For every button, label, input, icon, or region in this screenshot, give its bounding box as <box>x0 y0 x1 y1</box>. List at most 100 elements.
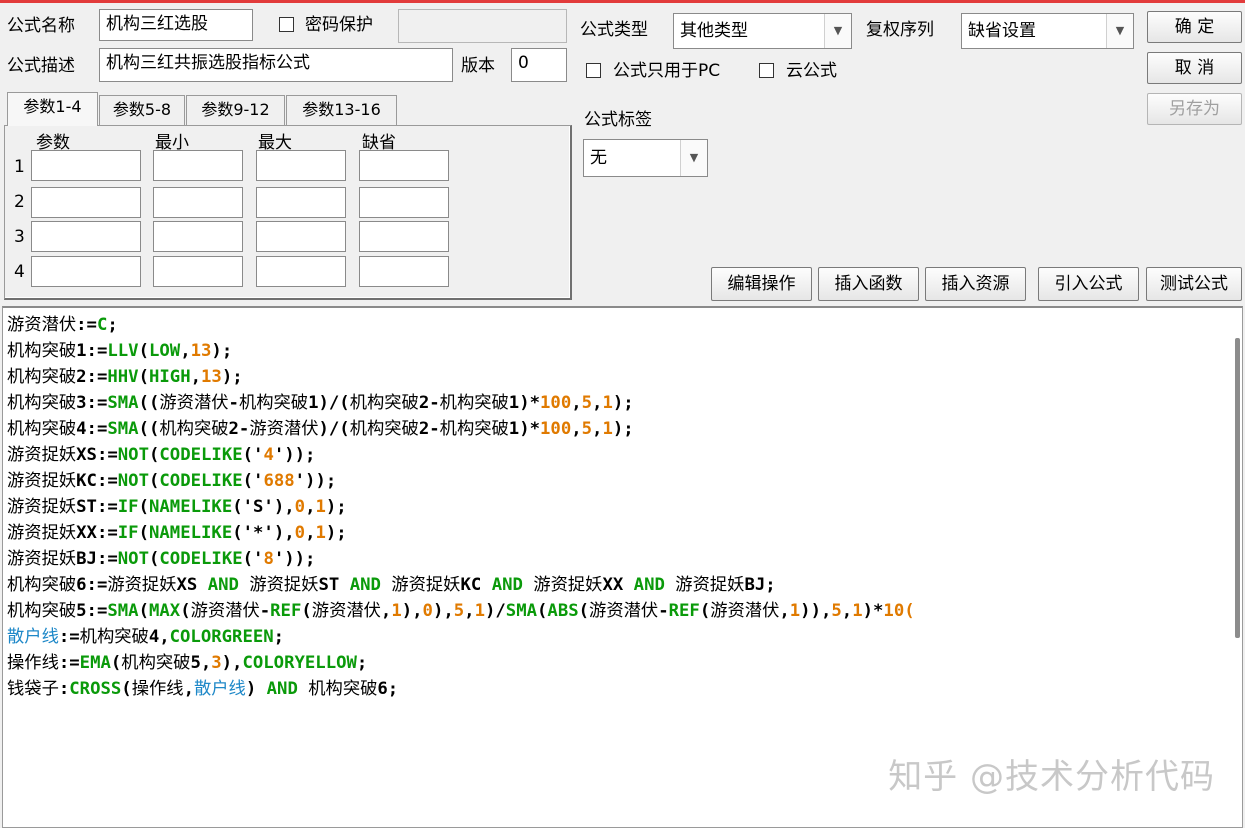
param-2-max-input[interactable] <box>256 187 346 218</box>
code-token-op: , <box>305 497 316 517</box>
code-token-plain: 机构突破 <box>238 393 309 413</box>
import-formula-button[interactable]: 引入公式 <box>1038 267 1139 301</box>
code-token-op: ( <box>138 601 149 621</box>
edit-operations-button[interactable]: 编辑操作 <box>711 267 812 301</box>
code-token-op: ( <box>148 549 160 569</box>
test-formula-button[interactable]: 测试公式 <box>1146 267 1242 301</box>
rights-value: 缺省设置 <box>968 21 1036 41</box>
code-token-plain: 机构突破 <box>349 419 419 439</box>
code-token-op: - <box>228 393 239 413</box>
code-token-op: 6; <box>377 679 399 699</box>
param-3-name-input[interactable] <box>31 221 141 252</box>
param-1-name-input[interactable] <box>31 150 141 181</box>
insert-resource-button[interactable]: 插入资源 <box>925 267 1026 301</box>
code-token-op <box>381 575 391 595</box>
param-row-number: 4 <box>14 262 25 282</box>
formula-tag-select[interactable]: 无 ▼ <box>583 139 708 177</box>
formula-tag-label: 公式标签 <box>584 110 652 130</box>
code-token-op: 4, <box>148 627 170 647</box>
code-token-op: ), <box>221 653 243 673</box>
param-1-default-input[interactable] <box>359 150 449 181</box>
pc-only-checkbox[interactable] <box>586 63 601 78</box>
code-token-kw: AND <box>207 575 239 595</box>
code-token-fn: EMA <box>79 653 111 673</box>
tab-params-9-12[interactable]: 参数9-12 <box>186 95 285 125</box>
tab-params-5-8[interactable]: 参数5-8 <box>99 95 185 125</box>
version-input[interactable]: 0 <box>511 48 567 82</box>
code-token-fn: SMA <box>107 393 139 413</box>
param-row-number: 2 <box>14 192 25 212</box>
param-3-max-input[interactable] <box>256 221 346 252</box>
param-4-max-input[interactable] <box>256 256 346 287</box>
code-token-plain: 游资潜伏 <box>7 315 77 335</box>
cancel-button[interactable]: 取 消 <box>1147 52 1242 84</box>
code-token-op: ('S'), <box>232 497 295 517</box>
code-token-num: 1 <box>315 523 326 543</box>
code-token-op: (( <box>138 419 160 439</box>
code-token-plain: 游资潜伏 <box>710 601 780 621</box>
save-as-button[interactable]: 另存为 <box>1147 93 1242 125</box>
code-token-op: ); <box>612 419 634 439</box>
param-4-default-input[interactable] <box>359 256 449 287</box>
code-token-num: 1 <box>852 601 863 621</box>
code-token-plain: 游资捉妖 <box>107 575 177 595</box>
code-line: 钱袋子:CROSS(操作线,散户线) AND 机构突破6; <box>7 676 1228 702</box>
cloud-formula-checkbox[interactable] <box>759 63 774 78</box>
code-token-op: ( <box>699 601 711 621</box>
code-token-num: 1 <box>789 601 801 621</box>
param-3-default-input[interactable] <box>359 221 449 252</box>
tab-params-1-4[interactable]: 参数1-4 <box>7 92 98 126</box>
param-1-max-input[interactable] <box>256 150 346 181</box>
code-token-plain: 机构突破 <box>159 419 229 439</box>
formula-type-select[interactable]: 其他类型 ▼ <box>673 13 852 49</box>
password-input[interactable] <box>398 9 567 43</box>
formula-desc-input[interactable]: 机构三红共振选股指标公式 <box>99 48 453 82</box>
code-token-op: , <box>571 393 582 413</box>
code-token-op: 1)* <box>508 393 541 413</box>
watermark: 知乎 @技术分析代码 <box>888 757 1215 797</box>
param-2-min-input[interactable] <box>153 187 243 218</box>
code-token-fn: COLORYELLOW <box>242 653 357 673</box>
param-1-min-input[interactable] <box>153 150 243 181</box>
code-text-area[interactable]: 游资潜伏:=C; 机构突破1:=LLV(LOW,13); 机构突破2:=HHV(HI… <box>7 312 1228 702</box>
rights-select[interactable]: 缺省设置 ▼ <box>961 13 1134 49</box>
param-3-min-input[interactable] <box>153 221 243 252</box>
password-checkbox[interactable] <box>279 17 294 32</box>
code-line: 游资潜伏:=C; <box>7 312 1228 338</box>
code-token-num: 3 <box>211 653 222 673</box>
vertical-scrollbar[interactable] <box>1235 338 1240 638</box>
code-token-op: BJ:= <box>76 549 118 569</box>
code-token-num: 1 <box>474 601 485 621</box>
tab-params-13-16[interactable]: 参数13-16 <box>286 95 397 125</box>
code-token-op: := <box>58 653 80 673</box>
code-token-fn: REF <box>668 601 700 621</box>
param-4-name-input[interactable] <box>31 256 141 287</box>
code-token-plain: 游资捉妖 <box>7 549 77 569</box>
code-token-fn: NOT <box>117 471 149 491</box>
insert-function-button[interactable]: 插入函数 <box>818 267 919 301</box>
code-token-plain: 机构突破 <box>79 627 149 647</box>
code-token-fn: IF <box>117 497 139 517</box>
code-token-op: ST:= <box>76 497 118 517</box>
code-token-fn: CODELIKE <box>159 445 243 465</box>
code-token-op: KC <box>460 575 492 595</box>
code-token-op: 1)* <box>508 419 541 439</box>
code-token-plain: 游资潜伏 <box>249 419 319 439</box>
code-token-plain: 游资捉妖 <box>7 497 77 517</box>
code-token-op: := <box>58 627 80 647</box>
code-token-op: 3:= <box>76 393 108 413</box>
ok-button[interactable]: 确 定 <box>1147 11 1242 43</box>
code-token-plain: 操作线 <box>131 679 184 699</box>
code-token-plain: 游资潜伏 <box>589 601 659 621</box>
formula-name-input[interactable]: 机构三红选股 <box>99 9 253 41</box>
param-2-name-input[interactable] <box>31 187 141 218</box>
code-token-str: 688 <box>263 471 295 491</box>
param-4-min-input[interactable] <box>153 256 243 287</box>
param-2-default-input[interactable] <box>359 187 449 218</box>
code-token-plain: 游资捉妖 <box>7 445 77 465</box>
code-line: 游资捉妖XX:=IF(NAMELIKE('*'),0,1); <box>7 520 1228 546</box>
code-token-plain: 机构突破 <box>439 419 509 439</box>
code-token-op: XS:= <box>76 445 118 465</box>
chevron-down-icon: ▼ <box>824 14 851 48</box>
code-token-num: 1 <box>315 497 326 517</box>
